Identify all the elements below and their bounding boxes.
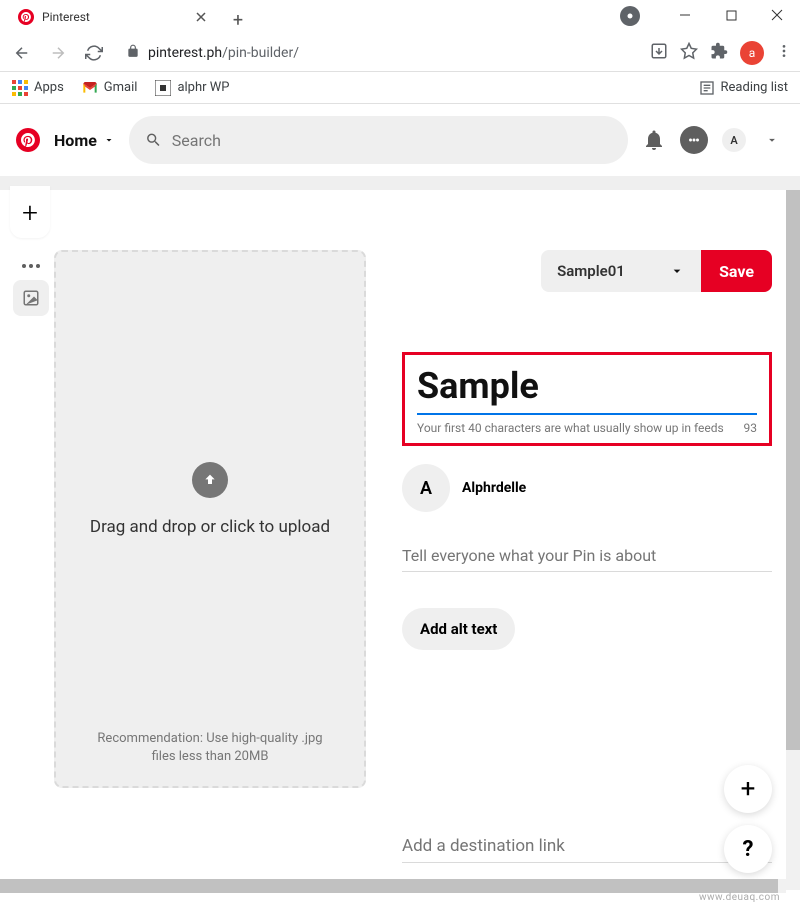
title-highlight-box: Your first 40 characters are what usuall…: [402, 352, 772, 446]
browser-tab[interactable]: Pinterest: [8, 0, 218, 34]
more-options-button[interactable]: [14, 256, 48, 276]
fab-help-button[interactable]: ?: [724, 825, 772, 873]
home-label: Home: [54, 131, 97, 150]
fab-add-button[interactable]: +: [724, 765, 772, 813]
bookmark-apps-label: Apps: [34, 80, 64, 95]
install-icon[interactable]: [650, 42, 668, 64]
bookmark-gmail[interactable]: Gmail: [82, 80, 138, 95]
image-thumbnail-button[interactable]: [13, 280, 49, 316]
menu-icon[interactable]: [776, 43, 792, 63]
upload-text: Drag and drop or click to upload: [90, 516, 330, 540]
board-selected-label: Sample01: [557, 262, 625, 280]
new-tab-button[interactable]: +: [224, 6, 252, 34]
back-button[interactable]: [8, 39, 36, 67]
horizontal-scrollbar[interactable]: [0, 879, 786, 893]
reading-list-icon: [699, 80, 715, 96]
author-avatar[interactable]: A: [402, 464, 450, 512]
bookmark-gmail-label: Gmail: [104, 80, 138, 95]
profile-avatar[interactable]: a: [740, 41, 764, 65]
board-select[interactable]: Sample01: [541, 250, 701, 292]
header-avatar[interactable]: A: [722, 128, 746, 152]
bookmark-alphr[interactable]: alphr WP: [155, 80, 229, 96]
apps-icon: [12, 80, 28, 96]
watermark: www.deuaq.com: [699, 892, 780, 903]
browser-addressbar: pinterest.ph/pin-builder/ a: [0, 34, 800, 72]
save-button[interactable]: Save: [701, 250, 772, 292]
pinterest-logo[interactable]: [16, 128, 40, 152]
reading-list-label: Reading list: [721, 80, 788, 95]
add-pin-tab[interactable]: +: [10, 186, 50, 238]
alphr-icon: [155, 80, 171, 96]
notifications-icon[interactable]: [642, 128, 666, 152]
image-icon: [22, 289, 40, 307]
bookmark-apps[interactable]: Apps: [12, 80, 64, 96]
reading-list-button[interactable]: Reading list: [699, 80, 788, 96]
tab-title: Pinterest: [42, 10, 186, 24]
add-alt-text-button[interactable]: Add alt text: [402, 608, 515, 650]
browser-titlebar: Pinterest +: [0, 0, 800, 34]
author-row: A Alphrdelle: [402, 464, 772, 512]
bookmark-star-icon[interactable]: [680, 42, 698, 64]
bookmark-alphr-label: alphr WP: [177, 80, 229, 95]
bookmarks-bar: Apps Gmail alphr WP Reading list: [0, 72, 800, 104]
reload-button[interactable]: [80, 39, 108, 67]
window-controls: [662, 0, 800, 30]
title-hint-text: Your first 40 characters are what usuall…: [417, 421, 724, 435]
messages-icon[interactable]: [680, 126, 708, 154]
chevron-down-icon: [669, 263, 685, 279]
author-name: Alphrdelle: [462, 480, 526, 496]
addressbar-actions: a: [650, 41, 792, 65]
pin-builder: Drag and drop or click to upload Recomme…: [4, 190, 788, 863]
minimize-button[interactable]: [662, 0, 708, 30]
gmail-icon: [82, 82, 98, 94]
search-bar[interactable]: [129, 116, 628, 164]
main-content: + Drag and drop or click to upload Recom…: [0, 176, 800, 903]
destination-link-input[interactable]: [402, 830, 772, 863]
upload-recommendation: Recommendation: Use high-quality .jpg fi…: [76, 730, 344, 766]
account-chevron-icon[interactable]: [760, 128, 784, 152]
maximize-button[interactable]: [708, 0, 754, 30]
chevron-down-icon: [103, 134, 115, 146]
search-input[interactable]: [172, 131, 612, 150]
upload-dropzone[interactable]: Drag and drop or click to upload Recomme…: [54, 250, 366, 788]
extensions-icon[interactable]: [710, 42, 728, 64]
pin-description-input[interactable]: [402, 540, 772, 572]
vertical-scrollbar[interactable]: [786, 190, 800, 890]
close-window-button[interactable]: [754, 0, 800, 30]
tab-close-icon[interactable]: [194, 10, 208, 24]
home-dropdown[interactable]: Home: [54, 131, 115, 150]
left-tools: [4, 250, 58, 863]
url-box[interactable]: pinterest.ph/pin-builder/: [116, 39, 642, 67]
forward-button[interactable]: [44, 39, 72, 67]
search-icon: [145, 131, 162, 149]
upload-icon: [192, 462, 228, 498]
lock-icon: [126, 43, 140, 62]
pin-title-input[interactable]: [417, 365, 757, 415]
pinterest-header: Home A: [0, 104, 800, 176]
profile-indicator-icon[interactable]: [620, 6, 640, 26]
pinterest-favicon: [18, 9, 34, 25]
title-char-counter: 93: [744, 421, 758, 435]
url-text: pinterest.ph/pin-builder/: [148, 45, 299, 61]
